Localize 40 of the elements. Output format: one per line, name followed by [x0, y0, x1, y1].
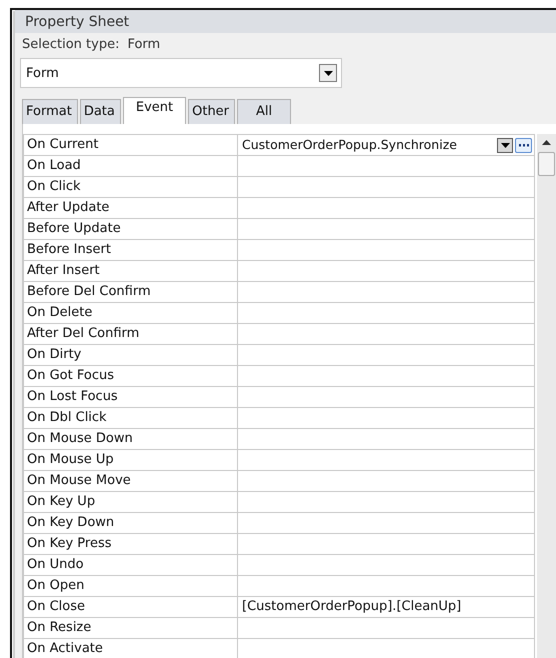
property-name: On Activate [23, 639, 238, 658]
property-name: On Key Up [23, 492, 238, 512]
tab[interactable]: Other [188, 99, 236, 124]
property-name: On Key Down [23, 513, 238, 533]
property-name: On Dirty [23, 345, 238, 365]
selection-type-value: Form [127, 37, 160, 52]
property-name: On Open [23, 576, 238, 596]
scroll-up-icon[interactable] [542, 140, 552, 145]
property-name: Before Update [23, 219, 238, 239]
property-name: On Close [23, 597, 238, 617]
tab[interactable]: Format [22, 99, 78, 124]
tab[interactable]: Event [122, 97, 186, 124]
property-name: On Undo [23, 555, 238, 575]
property-name: After Update [23, 198, 238, 218]
ellipsis-icon[interactable] [515, 138, 532, 152]
selection-type-label: Selection type: [22, 37, 120, 52]
tab[interactable]: Data [80, 99, 121, 124]
property-name: On Mouse Move [23, 471, 238, 491]
property-name: On Delete [23, 303, 238, 323]
property-name: On Load [23, 156, 238, 176]
property-name: On Dbl Click [23, 408, 238, 428]
property-name: On Mouse Up [23, 450, 238, 470]
scrollbar[interactable] [537, 134, 556, 658]
window-title: Property Sheet [15, 10, 556, 33]
property-name: On Mouse Down [23, 429, 238, 449]
property-name: On Current [23, 135, 238, 155]
property-name: After Insert [23, 261, 238, 281]
property-name: Before Del Confirm [23, 282, 238, 302]
object-dropdown[interactable]: Form [20, 58, 342, 88]
property-name: After Del Confirm [23, 324, 238, 344]
property-value-field[interactable]: CustomerOrderPopup.Synchronize [238, 135, 536, 155]
property-name: On Click [23, 177, 238, 197]
property-name: On Key Press [23, 534, 238, 554]
scroll-thumb[interactable] [538, 152, 556, 176]
property-name: On Got Focus [23, 366, 238, 386]
property-name: On Lost Focus [23, 387, 238, 407]
property-name: On Resize [23, 618, 238, 638]
property-name: Before Insert [23, 240, 238, 260]
property-value-field[interactable]: [CustomerOrderPopup].[CleanUp] [238, 597, 536, 617]
tab[interactable]: All [237, 99, 292, 124]
